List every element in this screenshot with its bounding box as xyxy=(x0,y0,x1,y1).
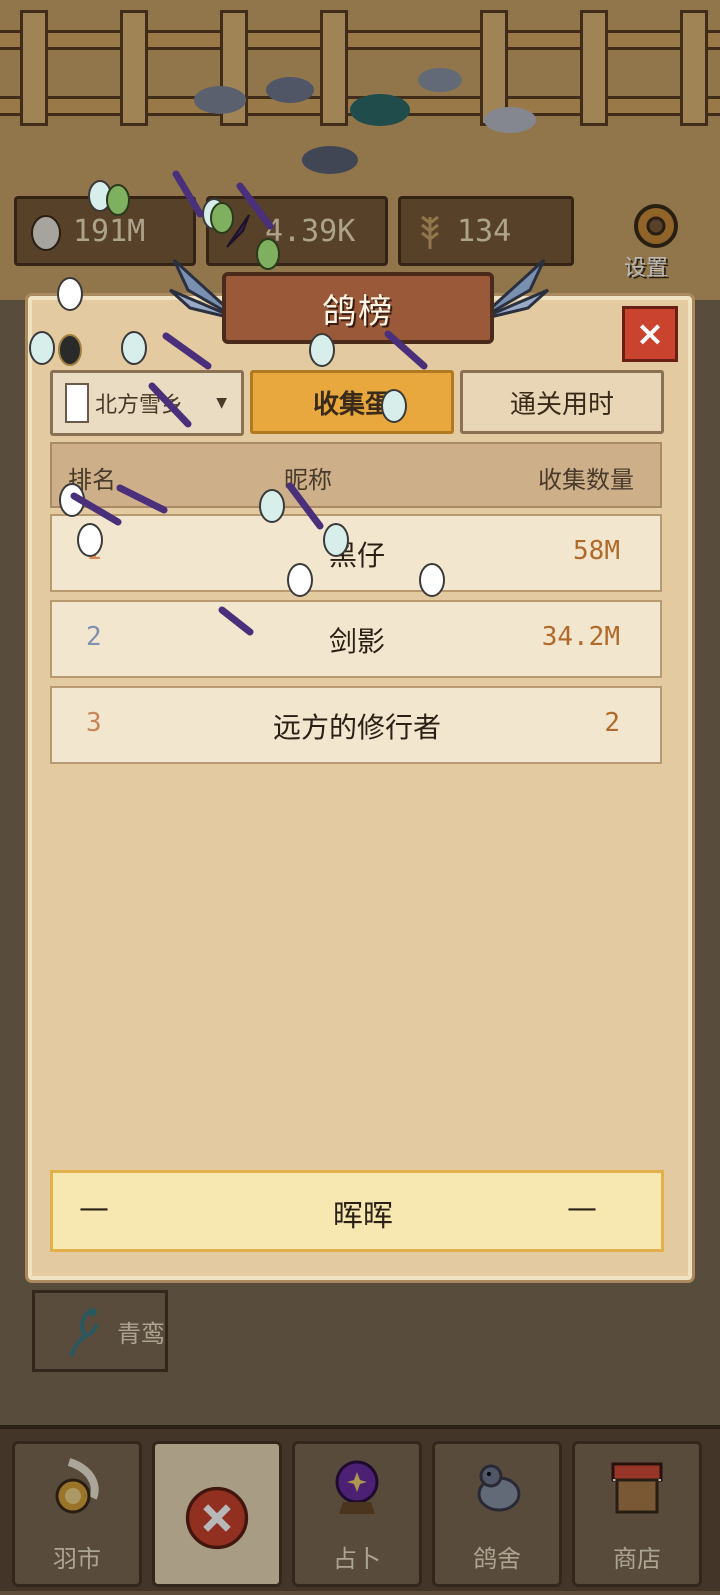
table-row[interactable]: 3 远方的修行者 2 xyxy=(50,686,662,764)
row-count: 2 xyxy=(604,708,620,738)
egg-feather-particles xyxy=(29,170,445,636)
row-rank: 3 xyxy=(86,708,102,738)
self-count: — xyxy=(567,1191,597,1226)
self-name: 晖晖 xyxy=(333,1199,393,1234)
self-rank: — xyxy=(79,1191,109,1226)
game-scene: 191M 4.39K 134 设置 青鸾 羽市 占卜 鸽舍 商店 鸽榜 × 北方… xyxy=(0,0,720,1595)
row-name: 远方的修行者 xyxy=(272,711,441,744)
self-rank-row: — 晖晖 — xyxy=(50,1170,664,1252)
